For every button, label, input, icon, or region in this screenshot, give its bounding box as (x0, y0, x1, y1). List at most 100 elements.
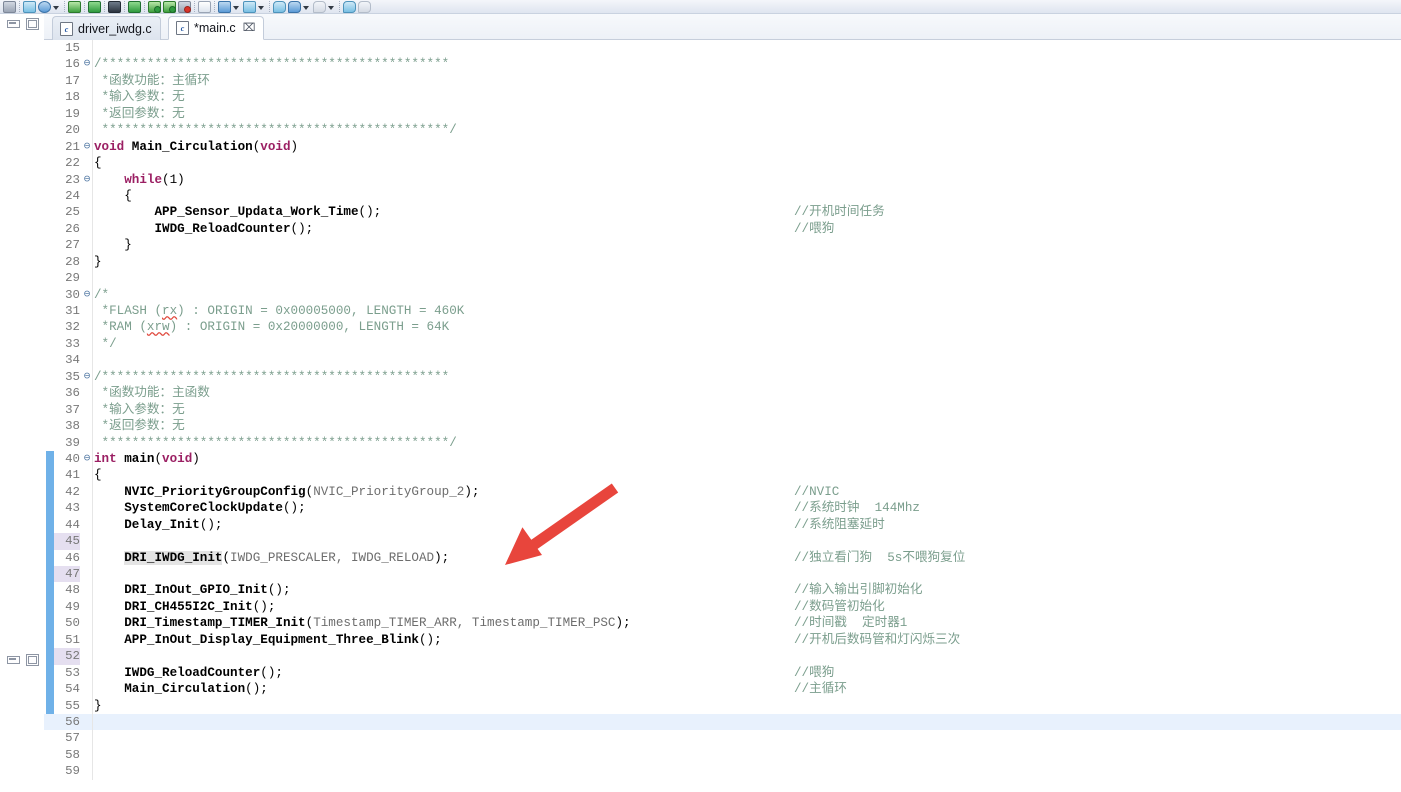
code-line[interactable]: 38 *返回参数：无 (44, 418, 1401, 435)
fold-collapse-icon[interactable]: ⊖ (82, 369, 92, 385)
code-line[interactable]: 22 { (44, 155, 1401, 172)
fold-collapse-icon[interactable]: ⊖ (82, 451, 92, 467)
build-all-icon[interactable] (68, 0, 81, 13)
code-line[interactable]: 31 *FLASH (rx) : ORIGIN = 0x00005000, LE… (44, 303, 1401, 320)
open-type-dropdown-arrow[interactable] (257, 1, 265, 13)
code-line[interactable]: 27 } (44, 237, 1401, 254)
minimize-icon[interactable] (6, 17, 20, 29)
code-line[interactable]: 50 DRI_Timestamp_TIMER_Init(Timestamp_TI… (44, 615, 1401, 632)
new-project-icon[interactable] (88, 0, 101, 13)
trailing-comment: //时间戳 定时器1 (794, 616, 908, 631)
code-text: { (94, 156, 102, 171)
code-line[interactable]: 19 *返回参数：无 (44, 105, 1401, 123)
toolbar-separator (144, 1, 145, 12)
open-perspective-icon[interactable] (218, 0, 231, 13)
maximize-icon[interactable] (25, 17, 39, 30)
source-code-area[interactable]: 15 16 ⊖/**********************************… (44, 40, 1401, 792)
code-line[interactable]: 56 (44, 713, 1401, 731)
code-line[interactable]: 58 (44, 746, 1401, 764)
save-all-icon[interactable] (3, 0, 16, 13)
fold-collapse-icon[interactable]: ⊖ (82, 287, 92, 303)
code-line[interactable]: 45 (44, 533, 1401, 550)
refresh-icon[interactable] (128, 0, 141, 13)
code-line[interactable]: 30 ⊖/* (44, 286, 1401, 303)
code-line[interactable]: 43 SystemCoreClockUpdate(); //系统时钟 144Mhz (44, 500, 1401, 517)
code-line[interactable]: 26 IWDG_ReloadCounter(); //喂狗 (44, 220, 1401, 238)
code-line[interactable]: 17 *函数功能：主循环 (44, 72, 1401, 90)
code-line[interactable]: 23 ⊖ while(1) (44, 171, 1401, 188)
toolbar-group (342, 0, 372, 13)
search-dropdown-arrow[interactable] (52, 1, 60, 13)
gutter-separator (92, 204, 93, 221)
code-line[interactable]: 28} (44, 253, 1401, 271)
code-line[interactable]: 55} (44, 697, 1401, 714)
code-line[interactable]: 59 (44, 763, 1401, 780)
code-line[interactable]: 49 DRI_CH455I2C_Init(); //数码管初始化 (44, 598, 1401, 616)
forward-disabled-icon[interactable] (313, 0, 326, 13)
gutter-separator (92, 335, 93, 353)
code-line[interactable]: 53 IWDG_ReloadCounter(); //喂狗 (44, 664, 1401, 682)
code-line[interactable]: 20 *************************************… (44, 122, 1401, 139)
trailing-comment: //系统阻塞延时 (794, 517, 885, 532)
back-navigation-icon[interactable] (288, 0, 301, 13)
code-line[interactable]: 34 (44, 352, 1401, 369)
code-line[interactable]: 40 ⊖ int main(void) (44, 450, 1401, 468)
code-line[interactable]: 16 ⊖/************************************… (44, 56, 1401, 73)
gutter-separator (92, 270, 93, 287)
back-navigation-dropdown-arrow[interactable] (302, 1, 310, 13)
code-line[interactable]: 32 *RAM (xrw) : ORIGIN = 0x20000000, LEN… (44, 319, 1401, 336)
code-line[interactable]: 44 Delay_Init(); //系统阻塞延时 (44, 516, 1401, 534)
toggle-mark-occurrences-icon[interactable] (198, 0, 211, 13)
code-text: IWDG_ReloadCounter(); (154, 221, 314, 236)
editor-tab-mainc[interactable]: c *main.c ⌧ (168, 16, 265, 40)
code-line[interactable]: 18 *输入参数：无 (44, 89, 1401, 106)
gutter-separator (92, 220, 93, 238)
code-line[interactable]: 46 DRI_IWDG_Init(IWDG_PRESCALER, IWDG_RE… (44, 549, 1401, 566)
search-icon[interactable] (38, 0, 51, 13)
open-type-icon[interactable] (243, 0, 256, 13)
previous-annotation-icon[interactable] (163, 0, 176, 13)
line-number: 58 (65, 747, 80, 762)
change-bar-marker (46, 450, 54, 468)
editor-tab-driver-iwdgc[interactable]: c driver_iwdg.c (52, 16, 161, 40)
code-line[interactable]: 21 ⊖ void Main_Circulation(void) (44, 138, 1401, 156)
toolbar-group (147, 0, 192, 13)
build-project-icon[interactable] (23, 0, 36, 13)
maximize-icon[interactable] (25, 653, 39, 666)
comment-disabled-icon[interactable] (358, 0, 371, 13)
open-perspective-dropdown-arrow[interactable] (232, 1, 240, 13)
code-line[interactable]: 36 *函数功能：主函数 (44, 385, 1401, 402)
last-edit-location-icon[interactable] (178, 0, 191, 13)
fold-collapse-icon[interactable]: ⊖ (82, 56, 92, 72)
fold-collapse-icon[interactable]: ⊖ (82, 139, 92, 155)
code-line[interactable]: 41 { (44, 467, 1401, 484)
code-line[interactable]: 24 { (44, 187, 1401, 205)
main-toolbar (0, 0, 1401, 14)
code-line[interactable]: 37 *输入参数：无 (44, 401, 1401, 419)
code-line[interactable]: 47 (44, 566, 1401, 583)
code-line[interactable]: 51 APP_InOut_Display_Equipment_Three_Bli… (44, 631, 1401, 649)
open-terminal-icon[interactable] (108, 0, 121, 13)
code-line[interactable]: 42 NVIC_PriorityGroupConfig(NVIC_Priorit… (44, 483, 1401, 501)
code-line[interactable]: 29 (44, 270, 1401, 287)
close-icon[interactable]: ⌧ (243, 22, 256, 34)
toolbar-separator (214, 1, 215, 12)
forward-navigation-icon[interactable] (273, 0, 286, 13)
minimize-icon[interactable] (6, 653, 20, 665)
code-line[interactable]: 35 ⊖/************************************… (44, 368, 1401, 386)
line-number: 56 (65, 714, 80, 729)
gutter-separator (92, 303, 93, 320)
code-line[interactable]: 33 */ (44, 335, 1401, 353)
code-line[interactable]: 54 Main_Circulation(); //主循环 (44, 681, 1401, 698)
comment-icon[interactable] (343, 0, 356, 13)
code-line[interactable]: 15 (44, 40, 1401, 57)
code-line[interactable]: 52 (44, 648, 1401, 665)
code-line[interactable]: 57 (44, 730, 1401, 747)
code-line[interactable]: 48 DRI_InOut_GPIO_Init(); //输入输出引脚初始化 (44, 582, 1401, 599)
forward-dropdown-arrow[interactable] (327, 1, 335, 13)
fold-collapse-icon[interactable]: ⊖ (82, 172, 92, 188)
gutter-separator (92, 56, 93, 73)
code-line[interactable]: 25 APP_Sensor_Updata_Work_Time(); //开机时间任… (44, 204, 1401, 221)
next-annotation-icon[interactable] (148, 0, 161, 13)
code-line[interactable]: 39 *************************************… (44, 434, 1401, 451)
